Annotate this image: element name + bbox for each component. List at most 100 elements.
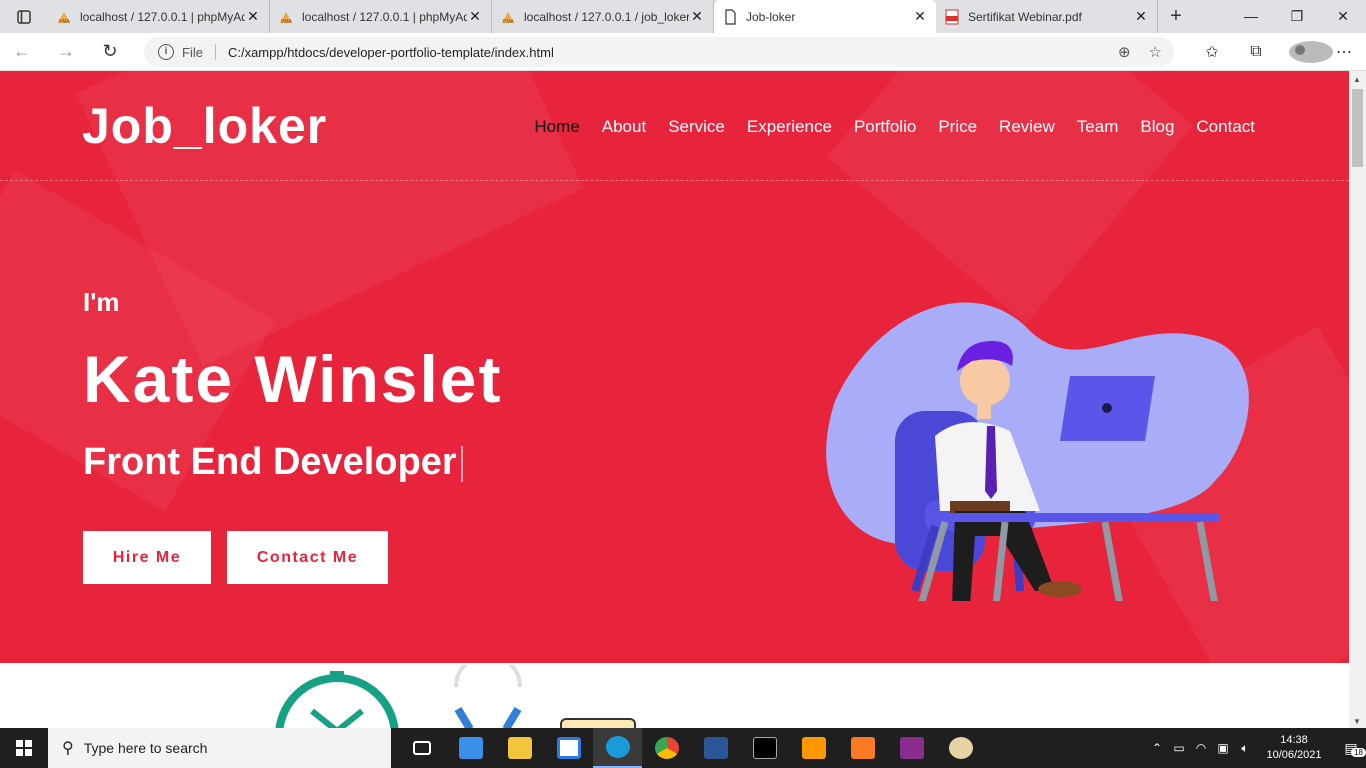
hire-me-button[interactable]: Hire Me (83, 531, 211, 584)
scheme-label: File (182, 44, 203, 60)
close-window-icon[interactable]: ✕ (1320, 0, 1366, 33)
minimize-icon[interactable]: — (1228, 0, 1274, 33)
windows-logo-icon (16, 740, 32, 756)
nav-price[interactable]: Price (938, 117, 977, 137)
chevron-up-icon[interactable]: ⌃ (1146, 741, 1168, 755)
tab-title: Sertifikat Webinar.pdf (968, 9, 1082, 24)
svg-text:PMA: PMA (281, 19, 293, 25)
hero-section: Job_loker Home About Service Experience … (0, 71, 1349, 663)
tab-actions-icon (17, 9, 31, 24)
zoom-icon[interactable]: ⊕ (1118, 43, 1131, 61)
tab-actions-button[interactable] (0, 0, 48, 33)
nav-about[interactable]: About (602, 117, 646, 137)
typing-caret (460, 445, 463, 482)
phpmyadmin-icon: PMA (58, 11, 71, 25)
phpmyadmin-icon: PMA (502, 11, 515, 25)
site-logo[interactable]: Job_loker (82, 97, 327, 155)
browser-toolbar: ← → ↻ i File C:/xampp/htdocs/developer-p… (0, 33, 1366, 71)
svg-text:PMA: PMA (59, 19, 71, 25)
nav-blog[interactable]: Blog (1140, 117, 1174, 137)
clock-icon (275, 671, 399, 728)
mail-icon[interactable] (446, 728, 495, 768)
nav-home[interactable]: Home (534, 117, 579, 137)
info-icon[interactable]: i (158, 44, 174, 60)
paint-icon[interactable] (936, 728, 985, 768)
contact-me-button[interactable]: Contact Me (227, 531, 388, 584)
taskbar-search[interactable]: ⚲ Type here to search (48, 728, 391, 768)
address-bar[interactable]: i File C:/xampp/htdocs/developer-portfol… (144, 37, 1174, 67)
document-icon (560, 718, 636, 728)
wifi-icon[interactable]: ◠ (1190, 741, 1212, 755)
tab-title: Job-loker (746, 9, 796, 24)
clock-date: 10/06/2021 (1266, 749, 1322, 761)
terminal-icon[interactable] (740, 728, 789, 768)
browser-tab[interactable]: PMA localhost / 127.0.0.1 | phpMyAdmin ✕ (270, 0, 492, 33)
avatar (1289, 41, 1333, 63)
start-button[interactable] (0, 728, 48, 768)
hero-name: Kate Winslet (83, 342, 503, 416)
notification-count: 18 (1351, 747, 1366, 757)
system-tray: ⌃ ▭ ◠ ▣ 🔈︎ 14:38 10/06/2021 ▤ 18 (1146, 728, 1366, 768)
refresh-icon[interactable]: ↻ (88, 41, 132, 62)
tab-title: localhost / 127.0.0.1 / job_loker (524, 9, 689, 24)
nav-service[interactable]: Service (668, 117, 725, 137)
tab-title: localhost / 127.0.0.1 | phpMyAdmin (302, 9, 467, 24)
notification-center-icon[interactable]: ▤ 18 (1336, 740, 1366, 757)
svg-text:PMA: PMA (503, 19, 515, 25)
windows-taskbar: ⚲ Type here to search ⌃ ▭ ◠ ▣ 🔈︎ 14:38 1… (0, 728, 1366, 768)
battery-icon[interactable]: ▭ (1168, 741, 1190, 755)
edge-icon[interactable] (593, 728, 642, 768)
browser-tab[interactable]: Sertifikat Webinar.pdf ✕ (936, 0, 1158, 33)
search-icon: ⚲ (62, 740, 74, 757)
display-icon[interactable]: ▣ (1212, 741, 1234, 755)
collections-icon[interactable]: ⧉ (1234, 43, 1278, 61)
close-tab-icon[interactable]: ✕ (245, 8, 261, 25)
page-scrollbar[interactable]: ▲ ▼ (1349, 71, 1366, 728)
nav-contact[interactable]: Contact (1196, 117, 1255, 137)
clock-time: 14:38 (1280, 734, 1308, 746)
close-tab-icon[interactable]: ✕ (1133, 8, 1149, 25)
winrar-icon[interactable] (887, 728, 936, 768)
restore-icon[interactable]: ❐ (1274, 0, 1320, 33)
xampp-icon[interactable] (838, 728, 887, 768)
scroll-down-icon[interactable]: ▼ (1353, 717, 1361, 726)
word-icon[interactable] (691, 728, 740, 768)
new-tab-button[interactable]: + (1158, 0, 1194, 33)
document-icon (725, 8, 736, 25)
page-viewport: Job_loker Home About Service Experience … (0, 71, 1349, 728)
forward-arrow-icon[interactable]: → (44, 41, 88, 62)
browser-tab-active[interactable]: Job-loker ✕ (714, 0, 936, 33)
back-arrow-icon[interactable]: ← (0, 41, 44, 62)
scroll-up-icon[interactable]: ▲ (1353, 75, 1361, 84)
search-placeholder: Type here to search (83, 740, 208, 756)
services-preview (0, 663, 1349, 728)
scroll-thumb[interactable] (1352, 89, 1363, 167)
sublime-text-icon[interactable] (789, 728, 838, 768)
close-tab-icon[interactable]: ✕ (689, 8, 705, 25)
design-tool-icon (454, 665, 522, 728)
browser-tab[interactable]: PMA localhost / 127.0.0.1 | phpMyAdmin ✕ (48, 0, 270, 33)
favorites-icon[interactable]: ✩ (1190, 42, 1234, 62)
store-icon[interactable] (544, 728, 593, 768)
site-header: Job_loker Home About Service Experience … (0, 71, 1349, 181)
task-view-icon[interactable] (397, 728, 446, 768)
nav-experience[interactable]: Experience (747, 117, 832, 137)
close-tab-icon[interactable]: ✕ (912, 8, 928, 25)
browser-tab[interactable]: PMA localhost / 127.0.0.1 / job_loker ✕ (492, 0, 714, 33)
nav-review[interactable]: Review (999, 117, 1055, 137)
tab-strip: PMA localhost / 127.0.0.1 | phpMyAdmin ✕… (0, 0, 1366, 33)
url-text[interactable]: C:/xampp/htdocs/developer-portfolio-temp… (228, 45, 554, 60)
volume-icon[interactable]: 🔈︎ (1234, 741, 1256, 756)
nav-portfolio[interactable]: Portfolio (854, 117, 916, 137)
hero-intro: I'm (83, 287, 120, 317)
nav-team[interactable]: Team (1077, 117, 1119, 137)
profile-button[interactable] (1278, 41, 1333, 63)
file-explorer-icon[interactable] (495, 728, 544, 768)
hero-role-wrap: Front End Developer (83, 441, 463, 484)
phpmyadmin-icon: PMA (280, 11, 293, 25)
developer-illustration (826, 302, 1249, 601)
close-tab-icon[interactable]: ✕ (467, 8, 483, 25)
clock[interactable]: 14:38 10/06/2021 (1264, 733, 1324, 763)
add-favorite-icon[interactable]: ☆ (1149, 43, 1162, 61)
chrome-icon[interactable] (642, 728, 691, 768)
